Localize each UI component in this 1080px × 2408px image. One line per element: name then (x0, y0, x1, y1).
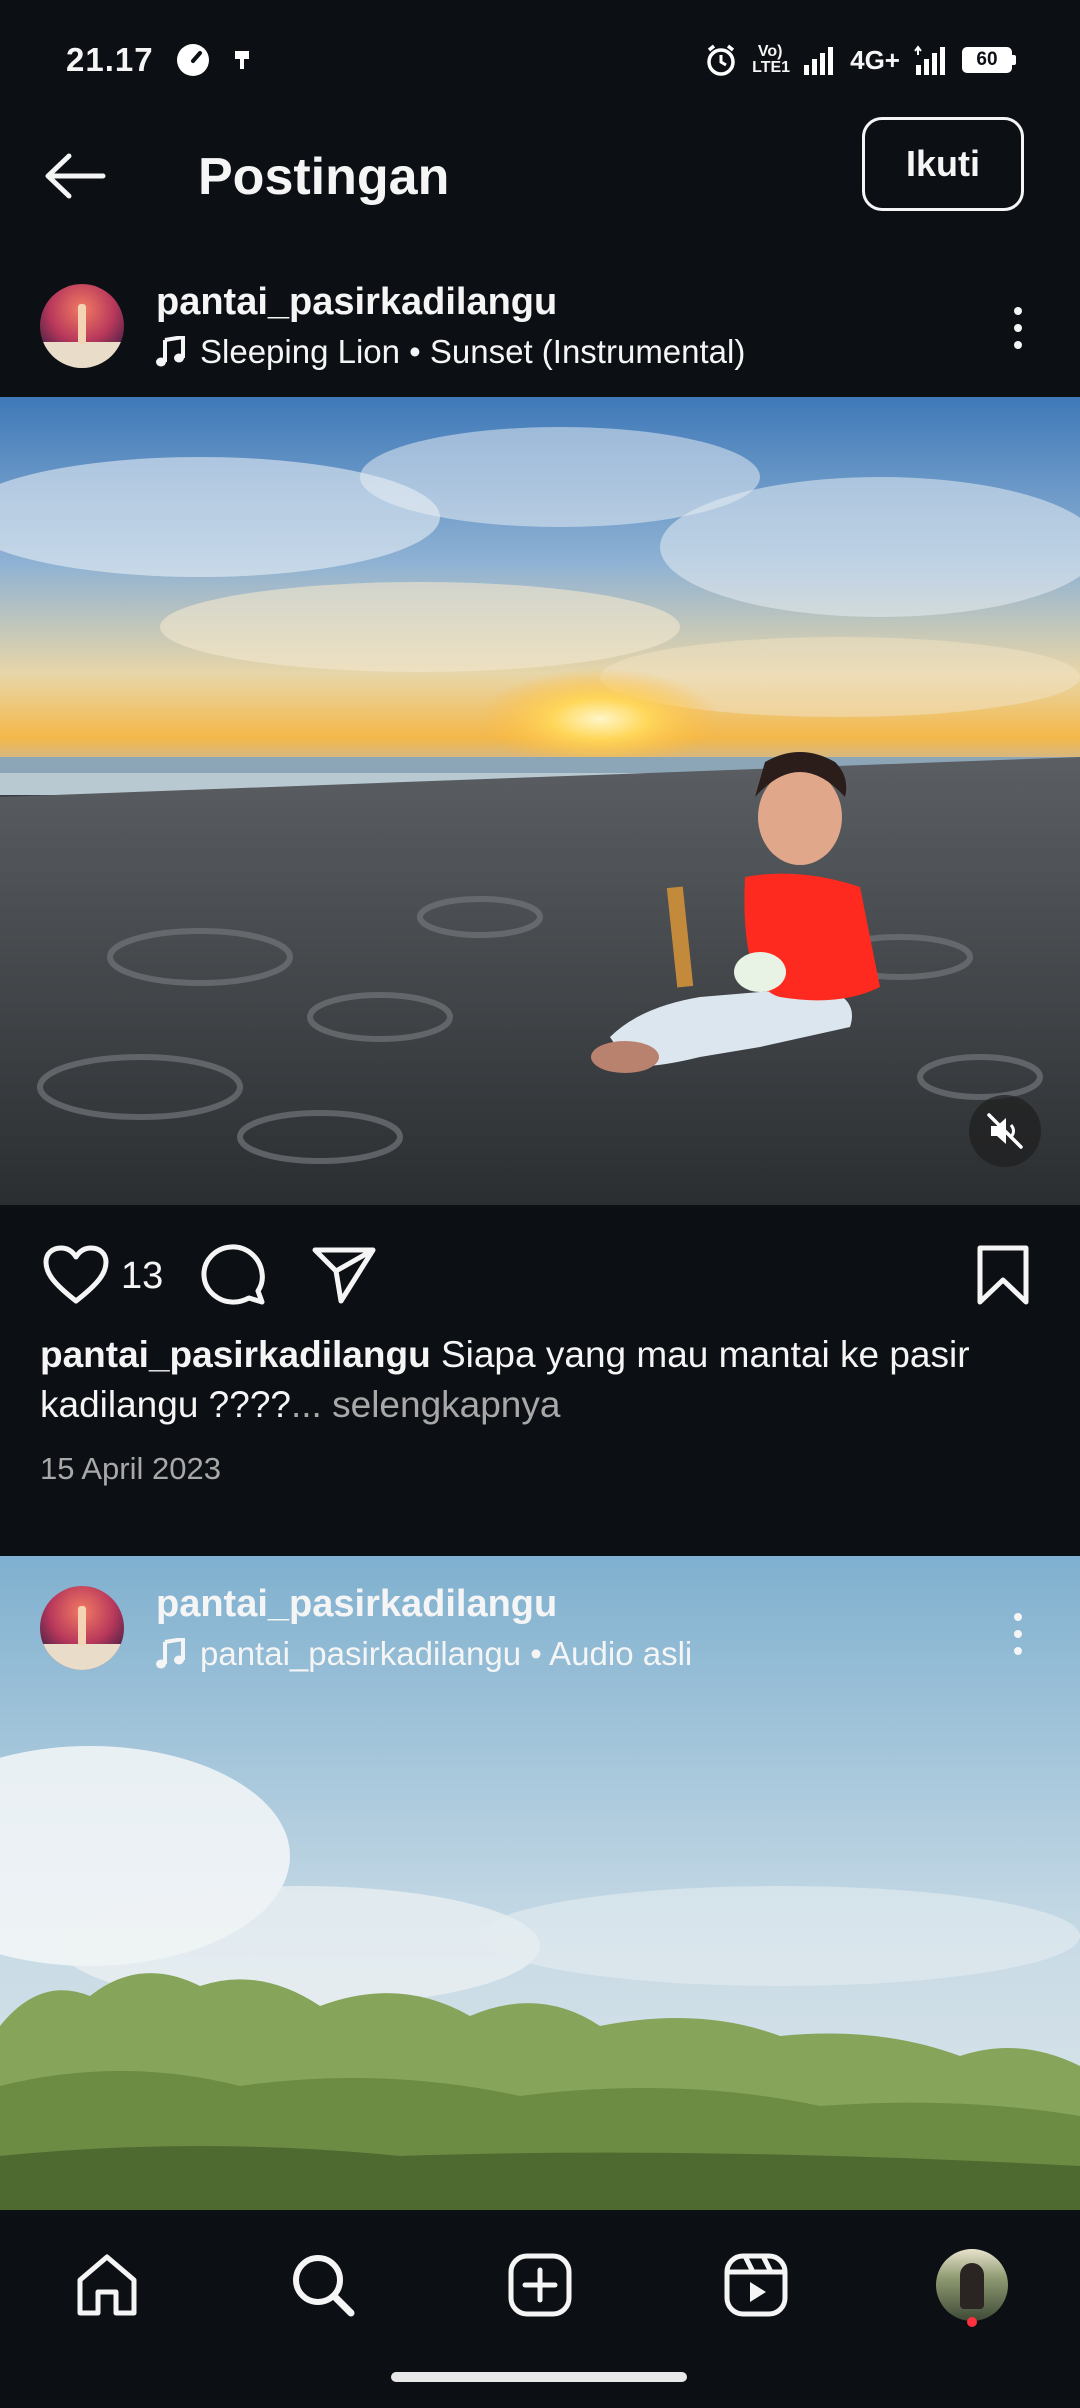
notification-dot (967, 2317, 977, 2327)
nav-search[interactable] (278, 2240, 368, 2330)
audio-title: pantai_pasirkadilangu • Audio asli (200, 1635, 693, 1672)
search-icon (293, 2255, 355, 2317)
nav-reels[interactable] (711, 2240, 801, 2330)
comment-button[interactable] (198, 1240, 268, 1310)
nav-create[interactable] (495, 2240, 585, 2330)
second-post-header: pantai_pasirkadilangu pantai_pasirkadila… (0, 1580, 1080, 1690)
follow-button[interactable]: Ikuti (862, 117, 1024, 211)
page-title: Postingan (198, 148, 450, 206)
volte-icon: Vo) LTE1 (752, 43, 791, 76)
signal-2-icon (914, 45, 945, 75)
music-note-icon (156, 336, 185, 367)
status-bar: 21.17 Vo) LTE1 4G+ 60 (0, 0, 1080, 120)
audio-title: Sleeping Lion • Sunset (Instrumental) (200, 333, 746, 370)
like-count[interactable]: 13 (121, 1252, 163, 1300)
post-username[interactable]: pantai_pasirkadilangu (156, 1580, 557, 1628)
home-indicator[interactable] (391, 2372, 687, 2382)
mute-button[interactable] (969, 1095, 1041, 1167)
see-more-link[interactable]: ... selengkapnya (291, 1384, 560, 1425)
send-icon (312, 1247, 376, 1304)
home-icon (77, 2254, 137, 2316)
beach-sunset-photo (0, 397, 1080, 1205)
audio-link[interactable]: Sleeping Lion • Sunset (Instrumental) (156, 330, 745, 374)
more-options-button[interactable] (998, 298, 1038, 358)
create-icon (508, 2253, 572, 2317)
instagram-post-page: 21.17 Vo) LTE1 4G+ 60 Postingan Ikuti pan… (0, 0, 1080, 2408)
heart-icon (43, 1245, 109, 1304)
battery-icon: 60 (962, 47, 1016, 73)
bookmark-icon (977, 1245, 1029, 1305)
speedometer-icon (176, 44, 209, 76)
profile-avatar (936, 2249, 1008, 2321)
audio-link[interactable]: pantai_pasirkadilangu • Audio asli (156, 1632, 692, 1676)
like-button[interactable] (40, 1240, 112, 1310)
comment-icon (201, 1244, 265, 1305)
caption-username[interactable]: pantai_pasirkadilangu (40, 1334, 431, 1375)
post-image[interactable] (0, 397, 1080, 1205)
reels-icon (724, 2253, 788, 2317)
status-time: 21.17 (66, 41, 154, 78)
arrow-left-icon (45, 153, 106, 199)
post-header: pantai_pasirkadilangu Sleeping Lion • Su… (0, 278, 1080, 388)
post-username[interactable]: pantai_pasirkadilangu (156, 278, 557, 326)
music-note-icon (156, 1638, 185, 1669)
alarm-icon (707, 44, 735, 76)
network-type: 4G+ (850, 44, 900, 75)
save-button[interactable] (972, 1240, 1034, 1310)
post-date: 15 April 2023 (40, 1451, 221, 1486)
battery-level: 60 (962, 47, 1012, 73)
signal-icon (804, 47, 834, 75)
more-options-button[interactable] (998, 1604, 1038, 1664)
nav-home[interactable] (62, 2240, 152, 2330)
back-button[interactable] (40, 146, 110, 206)
download-notification-icon (234, 51, 249, 69)
avatar[interactable] (40, 284, 124, 368)
post-caption: pantai_pasirkadilangu Siapa yang mau man… (40, 1330, 1040, 1430)
speaker-muted-icon (987, 1113, 1023, 1149)
share-button[interactable] (308, 1240, 380, 1310)
avatar[interactable] (40, 1586, 124, 1670)
post-actions: 13 (0, 1208, 1080, 1338)
